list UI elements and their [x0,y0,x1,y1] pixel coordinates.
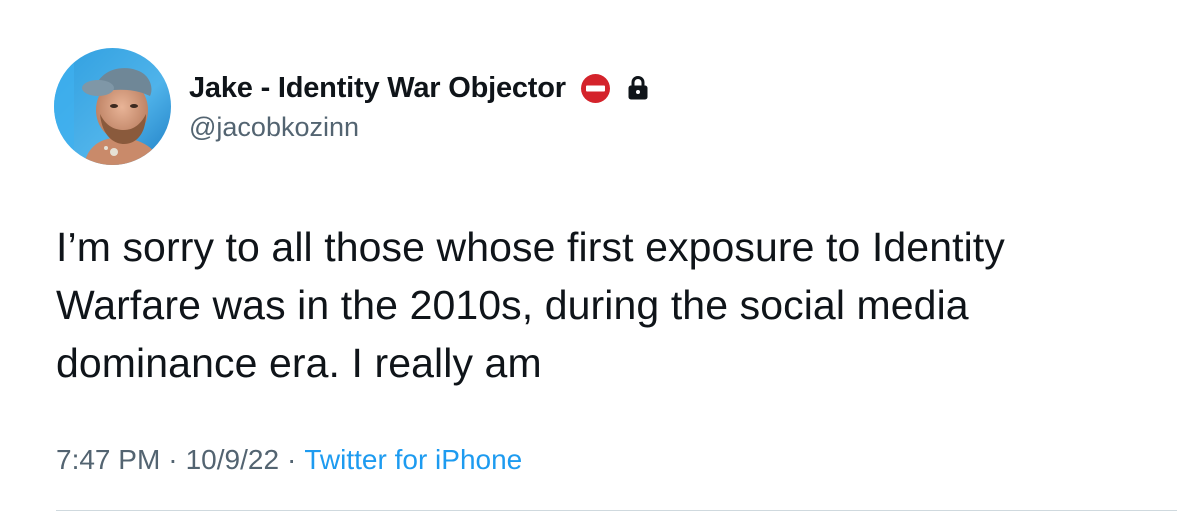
display-name[interactable]: Jake - Identity War Objector [189,72,566,105]
tweet-time[interactable]: 7:47 PM [56,444,160,476]
separator: · [168,444,178,475]
user-name-row: Jake - Identity War Objector [189,70,649,106]
tweet-metadata: 7:47 PM · 10/9/22 · Twitter for iPhone [56,444,522,476]
avatar[interactable] [54,48,171,165]
user-handle[interactable]: @jacobkozinn [189,112,359,143]
separator: · [287,444,297,475]
tweet-card: Jake - Identity War Objector @jacobkozin… [0,0,1177,529]
lock-icon [627,75,649,101]
tweet-date[interactable]: 10/9/22 [186,444,279,476]
tweet-text: I’m sorry to all those whose first expos… [56,224,1005,386]
profile-photo [54,48,171,165]
divider [56,510,1177,511]
no-entry-icon [580,73,611,104]
tweet-source-link[interactable]: Twitter for iPhone [304,444,522,476]
